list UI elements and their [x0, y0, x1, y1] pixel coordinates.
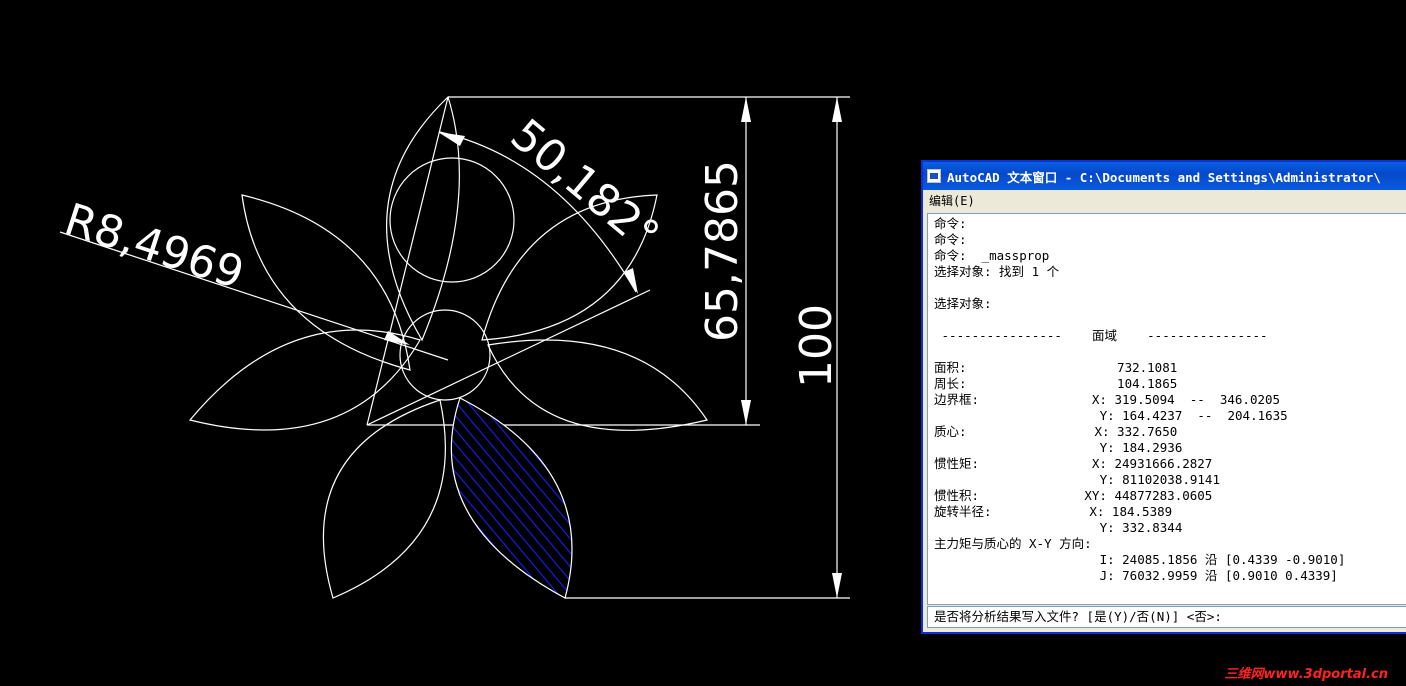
history-line [934, 280, 1406, 296]
vertical-dimension-label: 100 [791, 304, 842, 388]
history-line: Y: 164.4237 -- 204.1635 [934, 408, 1288, 423]
construction-line [366, 96, 449, 426]
construction-circle [399, 309, 491, 401]
command-history[interactable]: 命令: 命令: 命令: _massprop 选择对象: 找到 1 个 选择对象:… [927, 213, 1406, 605]
title-bar[interactable]: AutoCAD 文本窗口 - C:\Documents and Settings… [923, 162, 1406, 190]
arrow-up-icon [741, 97, 751, 122]
petal[interactable] [487, 339, 708, 431]
vertical-dimension-label: 65,7865 [697, 160, 748, 342]
arrow-up-icon [832, 97, 842, 122]
radius-label: R8,4969 [59, 194, 250, 300]
history-line: 面积: 732.1081 [934, 360, 1178, 375]
history-line [934, 344, 1406, 360]
angle-label: 50,182° [501, 109, 669, 261]
watermark: 三维网www.3dportal.cn [1224, 667, 1388, 682]
menu-bar: 编辑(E) [923, 190, 1406, 210]
history-line: 选择对象: 找到 1 个 [934, 264, 1060, 279]
history-line: I: 24085.1856 沿 [0.4339 -0.9010] [934, 552, 1346, 567]
history-line: Y: 81102038.9141 [934, 472, 1220, 487]
history-line: 主力矩与质心的 X-Y 方向: [934, 536, 1092, 551]
arrow-down-icon [741, 400, 751, 425]
history-line: 命令: [934, 216, 967, 231]
history-line: 选择对象: [934, 296, 992, 311]
history-line: Y: 332.8344 [934, 520, 1183, 535]
autocad-icon [927, 169, 941, 183]
petal[interactable] [188, 329, 421, 431]
history-line [934, 312, 1406, 328]
construction-line [366, 289, 651, 426]
history-line: 命令: [934, 232, 967, 247]
petal[interactable] [322, 399, 446, 599]
arrow-icon [438, 132, 465, 146]
petal[interactable] [241, 194, 411, 371]
history-line: 周长: 104.1865 [934, 376, 1178, 391]
history-line: 命令: _massprop [934, 248, 1050, 263]
history-line: ---------------- 面域 ---------------- [934, 328, 1268, 343]
hatched-petal[interactable] [450, 397, 573, 599]
history-line: 惯性积: XY: 44877283.0605 [934, 488, 1213, 503]
menu-edit[interactable]: 编辑(E) [929, 192, 975, 209]
command-input[interactable]: 是否将分析结果写入文件? [是(Y)/否(N)] <否>: [927, 606, 1406, 628]
arrow-icon [624, 268, 638, 294]
history-line: 质心: X: 332.7650 [934, 424, 1178, 439]
history-line: 旋转半径: X: 184.5389 [934, 504, 1173, 519]
text-window[interactable]: AutoCAD 文本窗口 - C:\Documents and Settings… [921, 160, 1406, 634]
window-title: AutoCAD 文本窗口 - C:\Documents and Settings… [947, 169, 1381, 185]
history-line: J: 76032.9959 沿 [0.9010 0.4339] [934, 568, 1338, 583]
history-line: Y: 184.2936 [934, 440, 1183, 455]
history-line: 边界框: X: 319.5094 -- 346.0205 [934, 392, 1281, 407]
arrow-down-icon [832, 573, 842, 598]
history-line: 惯性矩: X: 24931666.2827 [934, 456, 1213, 471]
